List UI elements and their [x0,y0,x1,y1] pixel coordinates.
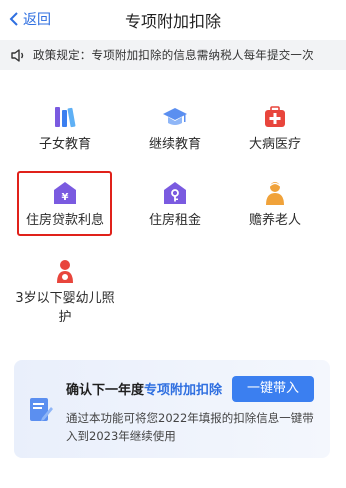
graduation-cap-icon [163,108,187,125]
notice-text: 政策规定：专项附加扣除的信息需纳税人每年提交一次 [33,48,314,62]
item-label: 大病医疗 [248,137,301,152]
item-infant-care[interactable]: 3岁以下婴幼儿照护 [10,258,120,327]
card-title: 确认下一年度专项附加扣除 [66,379,222,398]
mother-baby-icon [57,260,73,283]
card-title-prefix: 确认下一年度 [66,383,145,398]
svg-text:¥: ¥ [62,192,69,203]
item-child-education[interactable]: 子女教育 [10,104,120,154]
item-housing-rent[interactable]: 住房租金 [120,180,230,230]
item-label: 继续教育 [148,137,201,152]
item-label: 住房租金 [148,213,201,228]
one-click-import-button[interactable]: 一键带入 [232,376,314,402]
item-elderly-support[interactable]: 赡养老人 [220,180,330,230]
elderly-person-icon [266,182,284,205]
policy-notice-bar: 政策规定：专项附加扣除的信息需纳税人每年提交一次 [0,40,346,70]
nav-bar: 返回 专项附加扣除 [0,0,346,38]
house-loan-icon: ¥ [54,182,76,204]
item-label: 3岁以下婴幼儿照护 [15,291,115,325]
house-key-icon [164,182,186,204]
page-title: 专项附加扣除 [124,12,221,31]
speaker-icon [11,48,24,62]
card-title-accent: 专项附加扣除 [144,383,223,398]
item-housing-loan-interest[interactable]: ¥ 住房贷款利息 [10,180,120,230]
item-label: 赡养老人 [248,213,301,228]
card-description: 通过本功能可将您2022年填报的扣除信息一键带入到2023年继续使用 [66,411,314,443]
books-icon [55,107,76,128]
item-serious-illness-medical[interactable]: 大病医疗 [220,104,330,154]
item-continuing-education[interactable]: 继续教育 [120,104,230,154]
document-pen-icon [30,398,53,421]
item-label: 子女教育 [38,137,91,152]
item-label: 住房贷款利息 [25,213,104,228]
carry-forward-card: 确认下一年度专项附加扣除 一键带入 通过本功能可将您2022年填报的扣除信息一键… [14,360,330,458]
medical-kit-icon [265,106,285,127]
